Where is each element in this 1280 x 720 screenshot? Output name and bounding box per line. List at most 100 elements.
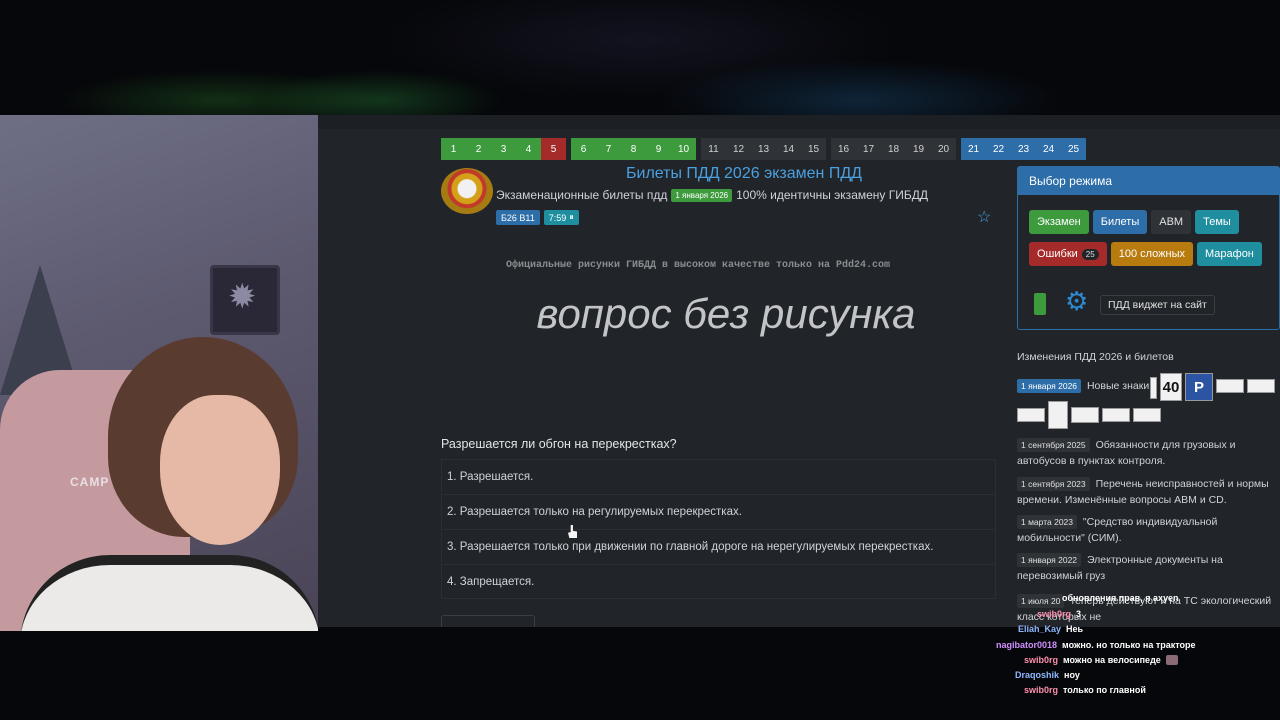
mode-hard-button[interactable]: 100 сложных bbox=[1110, 242, 1193, 266]
road-sign-icon bbox=[1133, 408, 1161, 422]
chat-message: nagibator0018 можно. но только на тракто… bbox=[996, 640, 1196, 650]
chat-nick: Draqoshik bbox=[1015, 670, 1060, 680]
ticket-button[interactable]: 4 bbox=[516, 138, 541, 160]
answer-option[interactable]: 3. Разрешается только при движении по гл… bbox=[441, 529, 996, 564]
ticket-selector: 1 2 3 4 5 6 7 8 9 10 11 12 13 14 15 16 1… bbox=[441, 138, 1091, 160]
mode-marathon-button[interactable]: Марафон bbox=[1197, 242, 1262, 266]
news-date: 1 сентября 2025 bbox=[1017, 438, 1090, 452]
ticket-button[interactable]: 9 bbox=[646, 138, 671, 160]
mode-topics-button[interactable]: Темы bbox=[1195, 210, 1239, 234]
ticket-button[interactable]: 22 bbox=[986, 138, 1011, 160]
parking-sign-icon: P bbox=[1185, 373, 1213, 401]
webcam-person-face bbox=[160, 395, 280, 545]
chat-message: Draqoshik ноу bbox=[1015, 670, 1080, 680]
chat-text: можно. но только на тракторе bbox=[1062, 640, 1196, 650]
road-sign-icon bbox=[1150, 377, 1157, 399]
phone-icon[interactable] bbox=[1034, 293, 1046, 315]
image-watermark: Официальные рисунки ГИБДД в высоком каче… bbox=[506, 260, 891, 271]
ticket-button[interactable]: 11 bbox=[701, 138, 726, 160]
news-item[interactable]: 1 сентября 2025 Обязанности для грузовых… bbox=[1017, 437, 1272, 469]
ticket-button[interactable]: 7 bbox=[596, 138, 621, 160]
news-date: 1 сентября 2023 bbox=[1017, 477, 1090, 491]
hint-button[interactable] bbox=[441, 615, 535, 627]
chair-logo: CAMP bbox=[70, 475, 110, 489]
road-sign-icon bbox=[1247, 379, 1275, 393]
mode-panel: Выбор режима Экзамен Билеты ABM Темы Оши… bbox=[1017, 166, 1280, 330]
ticket-button[interactable]: 8 bbox=[621, 138, 646, 160]
chat-message: Eliah_Kay Неь bbox=[1018, 624, 1083, 634]
road-sign-icon bbox=[1216, 379, 1244, 393]
ticket-button[interactable]: 21 bbox=[961, 138, 986, 160]
mode-panel-title: Выбор режима bbox=[1018, 167, 1279, 195]
page-title[interactable]: Билеты ПДД 2026 экзамен ПДД bbox=[626, 165, 862, 183]
ticket-button[interactable]: 24 bbox=[1036, 138, 1061, 160]
widget-button[interactable]: ПДД виджет на сайт bbox=[1100, 295, 1215, 315]
subtitle-suffix: 100% идентичны экзамену ГИБДД bbox=[736, 188, 928, 202]
subtitle-prefix: Экзаменационные билеты пдд bbox=[496, 188, 668, 202]
news-item[interactable]: 1 марта 2023 "Средство индивидуальной мо… bbox=[1017, 514, 1272, 546]
news-title[interactable]: Изменения ПДД 2026 и билетов bbox=[1017, 351, 1174, 363]
timer-chip[interactable]: 7:59 ⏸ bbox=[543, 210, 579, 225]
gibdd-emblem-icon bbox=[441, 168, 493, 214]
ticket-button[interactable]: 20 bbox=[931, 138, 956, 160]
date-badge: 1 января 2026 bbox=[671, 188, 733, 202]
ticket-button[interactable]: 13 bbox=[751, 138, 776, 160]
errors-label: Ошибки bbox=[1037, 248, 1078, 260]
chat-nick: swib0rg bbox=[1024, 685, 1059, 695]
mode-abm-button[interactable]: ABM bbox=[1151, 210, 1192, 234]
ticket-button[interactable]: 3 bbox=[491, 138, 516, 160]
car-sign-icon bbox=[1071, 407, 1099, 423]
news-date: 1 марта 2023 bbox=[1017, 515, 1077, 529]
news-item[interactable]: 1 сентября 2023 Перечень неисправностей … bbox=[1017, 476, 1272, 508]
ticket-button[interactable]: 6 bbox=[571, 138, 596, 160]
stream-chat-overlay: обновления прав, я ахуеn swib0rg 3 Eliah… bbox=[960, 590, 1280, 700]
ticket-button[interactable]: 2 bbox=[466, 138, 491, 160]
mode-errors-button[interactable]: Ошибки 25 bbox=[1029, 242, 1107, 266]
favorite-star-icon[interactable]: ☆ bbox=[977, 207, 991, 227]
answer-option[interactable]: 1. Разрешается. bbox=[441, 459, 996, 494]
ticket-button[interactable]: 14 bbox=[776, 138, 801, 160]
ticket-group: 1 2 3 4 5 bbox=[441, 138, 566, 160]
emote-icon bbox=[1165, 655, 1178, 665]
road-sign-icon bbox=[1102, 408, 1130, 422]
pause-icon[interactable]: ⏸ bbox=[569, 212, 574, 223]
ticket-button-current[interactable]: 5 bbox=[541, 138, 566, 160]
chat-message: swib0rg 3 bbox=[1037, 609, 1081, 619]
chat-nick: Eliah_Kay bbox=[1018, 624, 1062, 634]
ticket-button[interactable]: 15 bbox=[801, 138, 826, 160]
mode-row: Ошибки 25 100 сложных Марафон bbox=[1029, 242, 1262, 266]
ticket-button[interactable]: 1 bbox=[441, 138, 466, 160]
mode-tickets-button[interactable]: Билеты bbox=[1092, 210, 1148, 234]
chat-text: 3 bbox=[1076, 609, 1082, 619]
browser-capture: 1 2 3 4 5 6 7 8 9 10 11 12 13 14 15 16 1… bbox=[318, 115, 1280, 627]
ticket-button[interactable]: 19 bbox=[906, 138, 931, 160]
chat-text: ноу bbox=[1064, 670, 1080, 680]
news-item[interactable]: 1 января 2022 Электронные документы на п… bbox=[1017, 552, 1272, 584]
ticket-button[interactable]: 25 bbox=[1061, 138, 1086, 160]
chat-message: обновления прав, я ахуеn bbox=[1062, 593, 1178, 603]
webcam-person-body bbox=[20, 555, 318, 631]
chat-message: swib0rg только по главной bbox=[1024, 685, 1146, 695]
answer-option[interactable]: 2. Разрешается только на регулируемых пе… bbox=[441, 494, 996, 529]
ticket-button[interactable]: 16 bbox=[831, 138, 856, 160]
chat-nick: swib0rg bbox=[1024, 655, 1059, 665]
chat-text: только по главной bbox=[1063, 685, 1146, 695]
ticket-group: 11 12 13 14 15 bbox=[701, 138, 826, 160]
ticket-group: 16 17 18 19 20 bbox=[831, 138, 956, 160]
answer-option[interactable]: 4. Запрещается. bbox=[441, 564, 996, 599]
timer-value: 7:59 bbox=[548, 212, 567, 223]
gear-icon[interactable]: ⚙ bbox=[1065, 286, 1088, 316]
chat-text: можно на велосипеде bbox=[1063, 655, 1161, 665]
webcam-feed: ✹ CAMP bbox=[0, 115, 318, 631]
ticket-group: 6 7 8 9 10 bbox=[571, 138, 696, 160]
chat-nick: nagibator0018 bbox=[996, 640, 1058, 650]
ticket-chip: Б26 В11 bbox=[496, 210, 540, 225]
ticket-button[interactable]: 23 bbox=[1011, 138, 1036, 160]
ticket-button[interactable]: 17 bbox=[856, 138, 881, 160]
browser-top-strip bbox=[318, 115, 1280, 129]
ticket-button[interactable]: 12 bbox=[726, 138, 751, 160]
ticket-button[interactable]: 18 bbox=[881, 138, 906, 160]
ticket-button[interactable]: 10 bbox=[671, 138, 696, 160]
page-subtitle: Экзаменационные билеты пдд 1 января 2026… bbox=[496, 188, 928, 202]
mode-exam-button[interactable]: Экзамен bbox=[1029, 210, 1089, 234]
